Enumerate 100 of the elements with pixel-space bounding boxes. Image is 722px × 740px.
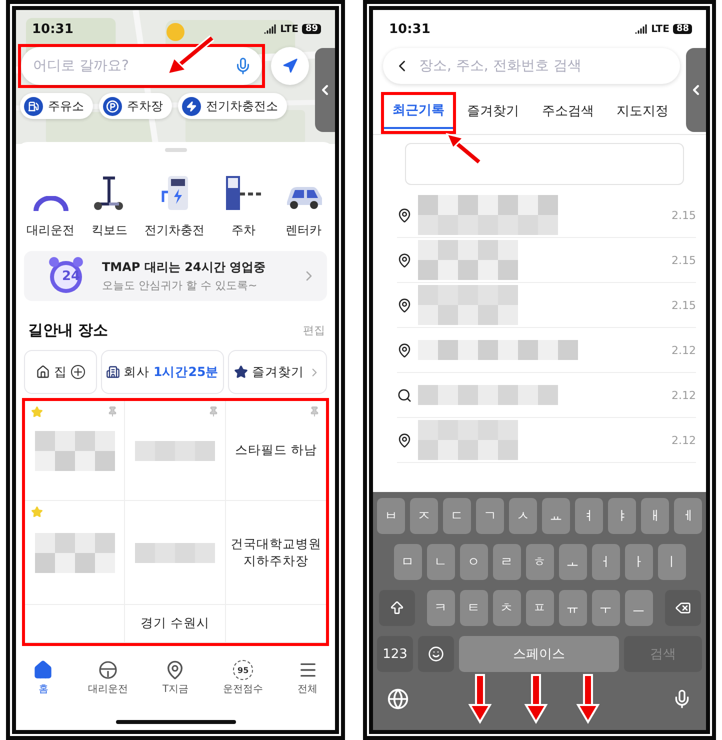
recent-date: 2.12 [672,434,696,446]
place-tile[interactable] [125,401,226,501]
search-tab[interactable]: 즐겨찾기 [456,92,530,134]
tab-bar-item[interactable]: 홈 [33,660,54,696]
recent-date: 2.15 [672,208,696,222]
search-tab[interactable]: 최근기록 [384,95,453,129]
keyboard-key[interactable]: ㅡ [624,590,652,626]
search-field[interactable]: 장소, 주소, 전화번호 검색 [383,48,680,84]
service-item[interactable]: 킥보드 [92,172,128,239]
keyboard-key[interactable]: ㄱ [476,498,504,534]
keyboard-key[interactable]: ㄹ [492,544,520,580]
keyboard-key[interactable]: ㅛ [542,498,570,534]
location-pin-icon [397,432,412,448]
keyboard-key[interactable]: ㅂ [377,498,405,534]
favorites-shortcut[interactable]: 즐겨찾기 [228,350,327,394]
banner-title: TMAP 대리는 24시간 영업중 [102,259,266,276]
place-tile[interactable] [125,501,226,605]
search-tab[interactable]: 지도지정 [605,92,680,134]
network-label: LTE [280,24,298,34]
map-pin-icon [165,660,186,680]
keyboard-key[interactable]: ㅣ [658,544,686,580]
keyboard-key[interactable]: ㅋ [426,590,454,626]
keyboard-key[interactable]: ㅜ [592,590,620,626]
keyboard-key[interactable]: ㅅ [509,498,537,534]
keyboard-key[interactable]: ㅁ [394,544,422,580]
keyboard-key[interactable]: ㅌ [460,590,488,626]
emoji-key[interactable] [418,636,454,672]
location-pin-icon [397,342,412,358]
tab-bar-item[interactable]: 95 운전점수 [223,660,264,696]
search-tab[interactable]: 주소검색 [530,92,606,134]
keyboard-key[interactable]: ㄷ [443,498,471,534]
star-icon [234,365,248,379]
battery-level: 88 [673,24,692,34]
place-tile[interactable] [25,501,126,605]
place-tile[interactable]: 경기 수원시 [125,605,226,643]
category-chip[interactable]: 주유소 [20,93,93,119]
home-icon [33,660,54,680]
recent-item[interactable]: 2.15 [397,283,696,328]
place-tile[interactable] [25,401,126,501]
side-panel-handle[interactable] [686,48,706,132]
service-label: 대리운전 [26,222,74,239]
keyboard-key[interactable]: ㅓ [592,544,620,580]
location-pin-icon [397,252,412,268]
home-icon [36,365,50,379]
backspace-key[interactable] [664,590,700,626]
score-badge: 95 [233,660,254,680]
side-panel-handle[interactable] [315,48,335,132]
keyboard-key[interactable]: ㅈ [410,498,438,534]
recent-date: 2.12 [672,344,696,356]
place-tile[interactable] [25,605,126,643]
service-item[interactable]: 렌터카 [282,172,324,239]
section-title: 길안내 장소 [28,321,108,340]
keyboard-key[interactable]: ㅠ [558,590,586,626]
recent-item[interactable]: 2.15 [397,238,696,283]
signal-icon [264,23,276,35]
navigation-arrow-icon [282,58,298,74]
service-item[interactable]: 주차 [222,172,266,239]
arrow-icon [577,674,599,724]
keyboard-key[interactable]: ㅐ [641,498,669,534]
tab-bar-item[interactable]: 전체 [298,660,318,696]
keyboard-key[interactable]: ㅗ [558,544,586,580]
recent-item[interactable]: 2.12 [397,418,696,463]
keyboard-key[interactable]: ㄴ [426,544,454,580]
service-label: 전기차충전 [144,222,204,239]
tab-bar-item[interactable]: 대리운전 [88,660,128,696]
service-label: 주차 [232,222,256,239]
shift-key[interactable] [378,590,414,626]
edit-link[interactable]: 편집 [303,323,325,338]
space-key[interactable]: 스페이스 [459,636,619,672]
search-field[interactable]: 어디로 갈까요? [21,47,262,85]
signal-icon [635,23,648,35]
service-label: 킥보드 [92,222,128,239]
keyboard-key[interactable]: ㅎ [526,544,554,580]
category-chip[interactable]: 전기차충전소 [178,93,287,119]
keyboard-key[interactable]: ㅍ [526,590,554,626]
battery-level: 89 [302,24,321,34]
arrow-icon [525,674,547,724]
parking-icon [103,96,122,116]
numbers-key[interactable]: 123 [377,636,413,672]
network-label: LTE [651,24,670,34]
service-item[interactable]: 대리운전 [26,172,74,239]
home-shortcut[interactable]: 집 [24,350,97,394]
recent-item[interactable]: 2.12 [397,328,696,373]
recent-item[interactable]: 2.12 [397,373,696,418]
location-pin-icon [397,208,412,222]
banner-subtitle: 오늘도 안심귀가 할 수 있도록~ [102,278,258,293]
tab-bar-item[interactable]: T지금 [162,660,189,696]
recent-item[interactable]: 2.15 [397,193,696,238]
keyboard-key[interactable]: ㅕ [575,498,603,534]
work-shortcut[interactable]: 회사 1시간25분 [100,350,224,394]
arrow-icon [166,36,214,76]
keyboard-key[interactable]: ㅏ [624,544,652,580]
keyboard-key[interactable]: ㅇ [460,544,488,580]
sheet-handle[interactable] [164,148,186,152]
keyboard-key[interactable]: ㅑ [608,498,636,534]
service-item[interactable]: 전기차충전 [144,172,204,239]
keyboard-key[interactable]: ㅔ [674,498,702,534]
service-label: 렌터카 [286,222,322,239]
keyboard-key[interactable]: ㅊ [492,590,520,626]
category-chip[interactable]: 주차장 [99,93,172,119]
